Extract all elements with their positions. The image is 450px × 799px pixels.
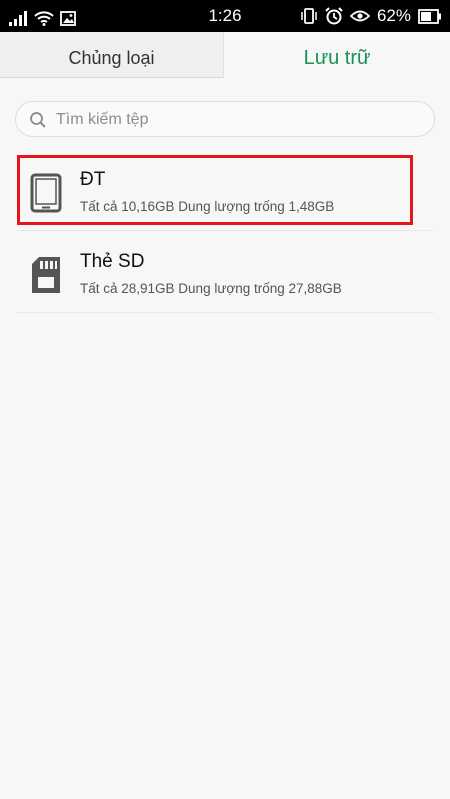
search-icon bbox=[30, 112, 46, 128]
storage-title: Thẻ SD bbox=[80, 251, 145, 272]
battery-percent: 62% bbox=[376, 6, 411, 25]
storage-item-sd-card[interactable]: Thẻ SD Tất cả 28,91GB Dung lượng trống 2… bbox=[16, 235, 434, 313]
storage-item-phone[interactable]: ĐT Tất cả 10,16GB Dung lượng trống 1,48G… bbox=[16, 153, 434, 231]
tab-bar: Chủng loại Lưu trữ bbox=[0, 32, 450, 78]
file-manager-screen: 1:26 62% Chủng loại Lưu trữ Tìm kiếm tệp… bbox=[0, 0, 450, 799]
tab-storage[interactable]: Lưu trữ bbox=[224, 32, 450, 78]
phone-icon bbox=[30, 173, 62, 213]
status-right-icons: 62% bbox=[300, 0, 442, 32]
sd-card-icon bbox=[32, 257, 60, 293]
battery-icon bbox=[418, 8, 441, 24]
search-placeholder: Tìm kiếm tệp bbox=[56, 111, 149, 128]
alarm-icon bbox=[325, 7, 343, 25]
divider bbox=[16, 312, 434, 313]
vibrate-icon bbox=[301, 8, 317, 24]
storage-title: ĐT bbox=[80, 169, 106, 190]
storage-details: Tất cả 28,91GB Dung lượng trống 27,88GB bbox=[80, 281, 342, 296]
divider bbox=[16, 230, 434, 231]
storage-details: Tất cả 10,16GB Dung lượng trống 1,48GB bbox=[80, 199, 335, 214]
search-input[interactable]: Tìm kiếm tệp bbox=[15, 101, 435, 137]
eye-icon bbox=[349, 10, 370, 22]
status-bar: 1:26 62% bbox=[0, 0, 450, 32]
tab-categories[interactable]: Chủng loại bbox=[0, 32, 224, 78]
